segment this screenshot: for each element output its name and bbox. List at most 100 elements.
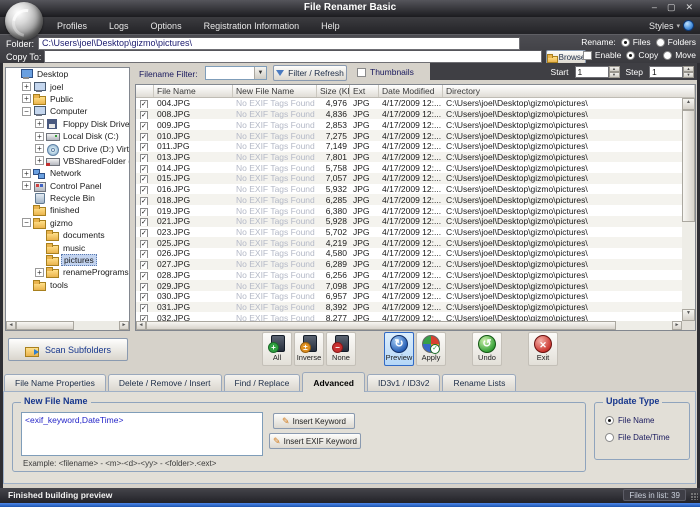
table-row[interactable]: ✓028.JPGNo EXIF Tags Found6,256JPG4/17/2… <box>136 270 682 281</box>
row-checkbox[interactable]: ✓ <box>140 293 148 301</box>
action-exit[interactable]: Exit <box>528 332 558 366</box>
spinner-buttons[interactable]: ▲▼ <box>609 66 620 78</box>
tree-expander-icon[interactable]: + <box>22 82 31 91</box>
action-preview[interactable]: Preview <box>384 332 414 366</box>
table-row[interactable]: ✓019.JPGNo EXIF Tags Found6,380JPG4/17/2… <box>136 205 682 216</box>
tab-delete-remove-insert[interactable]: Delete / Remove / Insert <box>108 374 222 392</box>
tree-item-network[interactable]: +Network <box>6 167 129 179</box>
browse-button[interactable]: Browse <box>546 50 586 64</box>
insert-keyword-button[interactable]: ✎ Insert Keyword <box>273 413 355 429</box>
table-row[interactable]: ✓013.JPGNo EXIF Tags Found7,801JPG4/17/2… <box>136 152 682 163</box>
styles-dropdown[interactable]: Styles ▾ <box>649 17 694 34</box>
row-checkbox[interactable]: ✓ <box>140 100 148 108</box>
tree-item-recycle-bin[interactable]: Recycle Bin <box>6 192 129 204</box>
column-header-directory[interactable]: Directory <box>443 85 695 97</box>
tree-item-tools[interactable]: tools <box>6 279 129 291</box>
tree-expander-icon[interactable]: + <box>35 119 44 128</box>
tree-expander-icon[interactable]: − <box>22 107 31 116</box>
rename-folders-radio[interactable]: Folders <box>656 37 696 47</box>
row-checkbox[interactable]: ✓ <box>140 175 148 183</box>
table-row[interactable]: ✓021.JPGNo EXIF Tags Found5,928JPG4/17/2… <box>136 216 682 227</box>
row-checkbox[interactable]: ✓ <box>140 143 148 151</box>
table-row[interactable]: ✓009.JPGNo EXIF Tags Found2,853JPG4/17/2… <box>136 119 682 130</box>
tree-item-cd-drive-d-virtualbox-guest[interactable]: +CD Drive (D:) VirtualBox Guest <box>6 142 129 154</box>
action-inverse[interactable]: Inverse <box>294 332 324 366</box>
tree-item-public[interactable]: +Public <box>6 93 129 105</box>
vertical-scrollbar[interactable]: ▲ ▼ <box>682 98 695 321</box>
menu-options[interactable]: Options <box>140 21 193 31</box>
table-row[interactable]: ✓023.JPGNo EXIF Tags Found5,702JPG4/17/2… <box>136 227 682 238</box>
combo-dropdown-icon[interactable]: ▼ <box>254 67 266 79</box>
maximize-button[interactable]: ▢ <box>667 1 676 14</box>
table-row[interactable]: ✓016.JPGNo EXIF Tags Found5,932JPG4/17/2… <box>136 184 682 195</box>
table-row[interactable]: ✓032.JPGNo EXIF Tags Found8,277JPG4/17/2… <box>136 312 682 321</box>
action-all[interactable]: All <box>262 332 292 366</box>
scroll-down-icon[interactable]: ▼ <box>682 309 695 321</box>
action-none[interactable]: None <box>326 332 356 366</box>
table-row[interactable]: ✓010.JPGNo EXIF Tags Found7,275JPG4/17/2… <box>136 130 682 141</box>
table-row[interactable]: ✓008.JPGNo EXIF Tags Found4,836JPG4/17/2… <box>136 109 682 120</box>
tree-item-vbsharedfolder-vboxsvr-z[interactable]: +VBSharedFolder (\\vboxsvr) (Z <box>6 155 129 167</box>
table-row[interactable]: ✓029.JPGNo EXIF Tags Found7,098JPG4/17/2… <box>136 280 682 291</box>
row-checkbox[interactable]: ✓ <box>140 283 148 291</box>
scrollbar-thumb[interactable] <box>682 110 695 222</box>
tree-expander-icon[interactable]: + <box>35 268 44 277</box>
table-row[interactable]: ✓030.JPGNo EXIF Tags Found6,957JPG4/17/2… <box>136 291 682 302</box>
column-header-size-kb[interactable]: Size (KB) <box>317 85 350 97</box>
tab-file-name-properties[interactable]: File Name Properties <box>4 374 106 392</box>
row-checkbox[interactable]: ✓ <box>140 208 148 216</box>
row-checkbox[interactable]: ✓ <box>140 261 148 269</box>
table-row[interactable]: ✓014.JPGNo EXIF Tags Found5,758JPG4/17/2… <box>136 162 682 173</box>
row-checkbox[interactable]: ✓ <box>140 229 148 237</box>
column-header-file-name[interactable]: File Name <box>154 85 233 97</box>
column-header-check[interactable] <box>136 85 154 97</box>
column-header-date-modified[interactable]: Date Modified <box>379 85 443 97</box>
menu-logs[interactable]: Logs <box>98 21 140 31</box>
tree-item-documents[interactable]: documents <box>6 229 129 241</box>
tab-find-replace[interactable]: Find / Replace <box>224 374 301 392</box>
tree-item-renameprograms[interactable]: +renamePrograms <box>6 266 129 278</box>
tree-item-gizmo[interactable]: −gizmo <box>6 217 129 229</box>
thumbnails-checkbox[interactable]: Thumbnails <box>357 67 414 77</box>
row-checkbox[interactable]: ✓ <box>140 111 148 119</box>
table-row[interactable]: ✓018.JPGNo EXIF Tags Found6,285JPG4/17/2… <box>136 194 682 205</box>
scroll-right-icon[interactable]: ► <box>672 321 682 330</box>
table-row[interactable]: ✓031.JPGNo EXIF Tags Found8,392JPG4/17/2… <box>136 302 682 313</box>
tree-expander-icon[interactable]: + <box>22 181 31 190</box>
tree-expander-icon[interactable]: + <box>22 94 31 103</box>
tree-item-floppy-disk-drive-a[interactable]: +Floppy Disk Drive (A:) <box>6 118 129 130</box>
row-checkbox[interactable]: ✓ <box>140 154 148 162</box>
tree-expander-icon[interactable]: + <box>35 144 44 153</box>
tree-item-control-panel[interactable]: +Control Panel <box>6 180 129 192</box>
row-checkbox[interactable]: ✓ <box>140 304 148 312</box>
row-checkbox[interactable]: ✓ <box>140 186 148 194</box>
start-stepper[interactable]: 1 ▲▼ <box>575 66 620 78</box>
tab-id3v1-id3v2[interactable]: ID3v1 / ID3v2 <box>367 374 441 392</box>
row-checkbox[interactable]: ✓ <box>140 272 148 280</box>
close-button[interactable]: ✕ <box>685 1 693 14</box>
scroll-left-icon[interactable]: ◄ <box>136 321 146 330</box>
update-type-file-name[interactable]: File Name <box>605 416 654 425</box>
spinner-buttons[interactable]: ▲▼ <box>683 66 694 78</box>
tab-rename-lists[interactable]: Rename Lists <box>442 374 516 392</box>
tree-horizontal-scrollbar[interactable]: ◄ ► <box>6 321 129 330</box>
tree-item-desktop[interactable]: Desktop <box>6 68 129 80</box>
scroll-right-icon[interactable]: ► <box>119 321 129 330</box>
tree-item-music[interactable]: music <box>6 241 129 253</box>
action-undo[interactable]: Undo <box>472 332 502 366</box>
copy-radio[interactable]: Copy <box>626 50 658 60</box>
table-row[interactable]: ✓026.JPGNo EXIF Tags Found4,580JPG4/17/2… <box>136 248 682 259</box>
menu-help[interactable]: Help <box>310 21 351 31</box>
tree-expander-icon[interactable]: + <box>22 169 31 178</box>
minimize-button[interactable]: – <box>652 1 657 14</box>
table-row[interactable]: ✓004.JPGNo EXIF Tags Found4,976JPG4/17/2… <box>136 98 682 109</box>
filter-refresh-button[interactable]: Filter / Refresh <box>273 65 347 81</box>
step-stepper[interactable]: 1 ▲▼ <box>649 66 694 78</box>
filename-filter-combo[interactable]: ▼ <box>205 66 267 80</box>
new-name-pattern-input[interactable]: <exif_keyword,DateTime> <box>21 412 263 456</box>
copyto-path-input[interactable] <box>44 50 542 63</box>
row-checkbox[interactable]: ✓ <box>140 165 148 173</box>
rename-files-radio[interactable]: Files <box>621 37 651 47</box>
menu-registration-information[interactable]: Registration Information <box>193 21 311 31</box>
scrollbar-thumb[interactable] <box>16 321 74 330</box>
